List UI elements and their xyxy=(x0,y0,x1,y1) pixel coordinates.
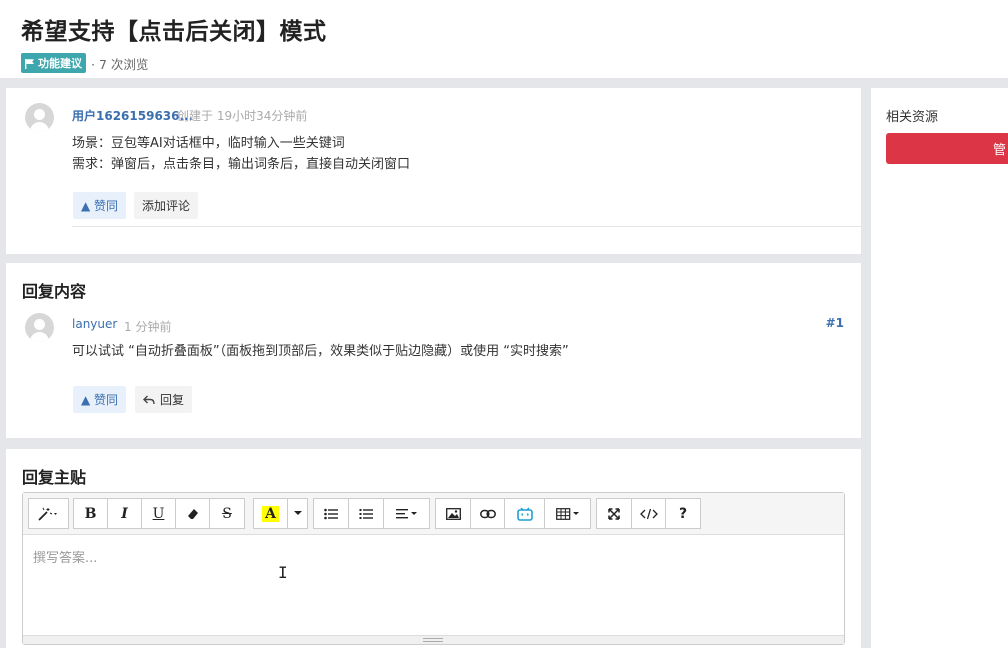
image-icon xyxy=(445,507,461,520)
font-color-dropdown[interactable] xyxy=(287,498,308,529)
page-title: 希望支持【点击后关闭】模式 xyxy=(21,19,327,45)
replies-card: 回复内容 lanyuer 1 分钟前 #1 可以试试 “自动折叠面板”（面板拖到… xyxy=(6,263,861,438)
link-icon xyxy=(479,509,496,518)
avatar[interactable] xyxy=(25,103,54,132)
bold-button[interactable]: B xyxy=(73,498,108,529)
numbered-list-icon xyxy=(359,508,373,519)
bulleted-list-icon xyxy=(324,508,338,519)
italic-button[interactable]: I xyxy=(107,498,142,529)
reply-form-card: 回复主贴 B I U S A ? 撰写答案... xyxy=(6,449,861,648)
answer-textarea[interactable]: 撰写答案... xyxy=(33,547,97,566)
upvote-button[interactable]: ▲ 赞同 xyxy=(73,192,127,219)
category-tag[interactable]: 功能建议 xyxy=(21,53,86,73)
category-tag-label: 功能建议 xyxy=(38,57,82,70)
add-comment-button[interactable]: 添加评论 xyxy=(134,192,199,219)
flag-icon xyxy=(25,58,34,69)
font-color-icon: A xyxy=(262,505,279,522)
resize-grip-icon xyxy=(423,638,443,642)
reply-form-title: 回复主贴 xyxy=(22,468,87,487)
replies-section-title: 回复内容 xyxy=(22,282,87,301)
reply-time: 1 分钟前 xyxy=(124,320,172,334)
post-author[interactable]: 用户1626159636... xyxy=(72,107,193,124)
bulleted-list-button[interactable] xyxy=(313,498,349,529)
numbered-list-button[interactable] xyxy=(348,498,384,529)
post-content: 场景：豆包等AI对话框中，临时输入一些关键词 需求：弹窗后，点击条目，输出词条后… xyxy=(72,133,410,175)
editor-resize-handle[interactable] xyxy=(23,635,844,644)
caret-down-icon xyxy=(293,511,302,515)
eraser-icon xyxy=(187,508,198,519)
text-cursor-icon: I xyxy=(278,563,288,582)
reply-content: 可以试试 “自动折叠面板”（面板拖到顶部后，效果类似于贴边隐藏）或使用 “实时搜… xyxy=(72,344,569,359)
strikethrough-button[interactable]: S xyxy=(209,498,245,529)
reply-button-label: 回复 xyxy=(160,393,185,407)
magic-wand-icon xyxy=(37,507,57,521)
expand-icon xyxy=(608,507,620,520)
fullscreen-button[interactable] xyxy=(596,498,632,529)
help-button[interactable]: ? xyxy=(665,498,701,529)
sidebar-title: 相关资源 xyxy=(886,110,939,125)
post-content-line: 需求：弹窗后，点击条目，输出词条后，直接自动关闭窗口 xyxy=(72,157,411,172)
page-header: 希望支持【点击后关闭】模式 功能建议 · 7 次浏览 xyxy=(0,0,1008,78)
post-meta: 功能建议 · 7 次浏览 xyxy=(21,53,148,73)
clear-format-button[interactable] xyxy=(175,498,210,529)
avatar[interactable] xyxy=(25,313,54,342)
font-color-button[interactable]: A xyxy=(253,498,288,529)
view-count: · 7 次浏览 xyxy=(91,56,149,72)
align-dropdown-button[interactable] xyxy=(383,498,430,529)
insert-table-button[interactable] xyxy=(544,498,591,529)
sidebar-manage-button[interactable]: 管 xyxy=(886,133,1008,164)
question-card: 用户1626159636... 创建于 19小时34分钟前 场景：豆包等AI对话… xyxy=(6,88,861,254)
insert-link-button[interactable] xyxy=(470,498,505,529)
upvote-button[interactable]: ▲ 赞同 xyxy=(73,386,127,413)
code-view-button[interactable] xyxy=(631,498,666,529)
insert-video-button[interactable] xyxy=(504,498,545,529)
reply-floor-number[interactable]: #1 xyxy=(826,316,844,330)
table-icon xyxy=(555,507,579,520)
post-created-time: 创建于 19小时34分钟前 xyxy=(177,109,308,123)
align-left-icon xyxy=(395,508,417,518)
post-content-line: 场景：豆包等AI对话框中，临时输入一些关键词 xyxy=(72,136,345,151)
rich-text-editor: B I U S A ? 撰写答案... xyxy=(22,492,845,645)
reply-icon xyxy=(143,395,155,404)
insert-image-button[interactable] xyxy=(435,498,471,529)
sidebar: 相关资源 管 xyxy=(871,88,1008,648)
code-icon xyxy=(639,508,658,519)
divider xyxy=(72,226,861,227)
reply-button[interactable]: 回复 xyxy=(135,386,193,413)
underline-button[interactable]: U xyxy=(141,498,176,529)
reply-author[interactable]: lanyuer xyxy=(72,317,117,331)
magic-style-button[interactable] xyxy=(28,498,69,529)
bilibili-tv-icon xyxy=(516,507,533,521)
editor-toolbar: B I U S A ? xyxy=(23,493,844,535)
